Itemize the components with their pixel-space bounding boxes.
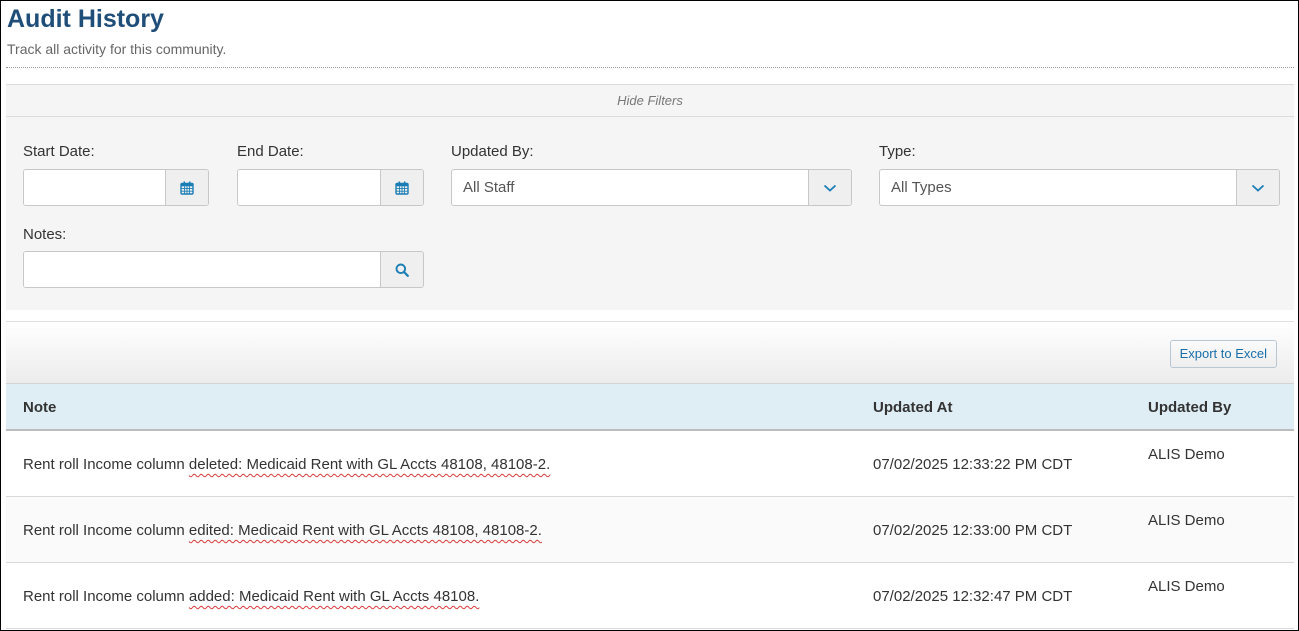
start-date-input[interactable] bbox=[24, 170, 165, 205]
results-toolbar: Export to Excel bbox=[6, 321, 1294, 383]
updated-by-label: Updated By: bbox=[451, 143, 534, 160]
table-row: Rent roll Income column edited: Medicaid… bbox=[6, 497, 1294, 563]
note-text-detail: deleted: Medicaid Rent with GL Accts 481… bbox=[188, 456, 551, 473]
page-subtitle: Track all activity for this community. bbox=[7, 41, 227, 57]
title-divider bbox=[6, 67, 1294, 68]
start-date-label: Start Date: bbox=[23, 143, 95, 160]
notes-search-button[interactable] bbox=[380, 252, 423, 287]
hide-filters-toggle[interactable]: Hide Filters bbox=[6, 85, 1294, 117]
end-date-label: End Date: bbox=[237, 143, 304, 160]
chevron-down-icon bbox=[823, 184, 837, 192]
export-to-excel-button[interactable]: Export to Excel bbox=[1169, 340, 1277, 368]
note-cell: Rent roll Income column added: Medicaid … bbox=[23, 588, 479, 605]
updated-by-select[interactable]: All Staff bbox=[451, 169, 852, 206]
note-text-detail: edited: Medicaid Rent with GL Accts 4810… bbox=[188, 522, 542, 539]
updated-at-cell: 07/02/2025 12:32:47 PM CDT bbox=[873, 588, 1073, 605]
notes-group bbox=[23, 251, 424, 288]
updated-by-cell: ALIS Demo bbox=[1148, 446, 1225, 463]
updated-by-selected: All Staff bbox=[463, 179, 515, 196]
updated-at-cell: 07/02/2025 12:33:00 PM CDT bbox=[873, 522, 1073, 539]
notes-label: Notes: bbox=[23, 226, 67, 243]
chevron-down-icon bbox=[1251, 184, 1265, 192]
note-text-detail: added: Medicaid Rent with GL Accts 48108… bbox=[188, 588, 480, 605]
search-icon bbox=[395, 263, 409, 277]
filters-panel: Hide Filters Start Date: End Date: Updat… bbox=[6, 84, 1294, 310]
note-cell: Rent roll Income column deleted: Medicai… bbox=[23, 456, 550, 473]
calendar-icon bbox=[180, 181, 194, 195]
type-selected: All Types bbox=[891, 179, 952, 196]
note-text-prefix: Rent roll Income column bbox=[23, 456, 189, 473]
column-header-updated-by[interactable]: Updated By bbox=[1148, 399, 1231, 416]
updated-at-cell: 07/02/2025 12:33:22 PM CDT bbox=[873, 456, 1073, 473]
table-header: Note Updated At Updated By bbox=[6, 383, 1294, 431]
updated-by-cell: ALIS Demo bbox=[1148, 578, 1225, 595]
audit-history-page: Audit History Track all activity for thi… bbox=[0, 0, 1299, 631]
end-date-group bbox=[237, 169, 424, 206]
table-row: Rent roll Income column deleted: Medicai… bbox=[6, 431, 1294, 497]
note-text-prefix: Rent roll Income column bbox=[23, 588, 189, 605]
audit-table: Note Updated At Updated By Rent roll Inc… bbox=[6, 383, 1294, 629]
calendar-icon bbox=[395, 181, 409, 195]
start-date-calendar-button[interactable] bbox=[165, 170, 208, 205]
page-title: Audit History bbox=[7, 5, 164, 33]
updated-by-cell: ALIS Demo bbox=[1148, 512, 1225, 529]
end-date-calendar-button[interactable] bbox=[380, 170, 423, 205]
column-header-updated-at[interactable]: Updated At bbox=[873, 399, 952, 416]
type-label: Type: bbox=[879, 143, 916, 160]
type-dropdown-button[interactable] bbox=[1236, 170, 1279, 205]
type-select[interactable]: All Types bbox=[879, 169, 1280, 206]
notes-input[interactable] bbox=[24, 252, 380, 287]
table-row: Rent roll Income column added: Medicaid … bbox=[6, 563, 1294, 629]
note-cell: Rent roll Income column edited: Medicaid… bbox=[23, 522, 542, 539]
start-date-group bbox=[23, 169, 209, 206]
end-date-input[interactable] bbox=[238, 170, 380, 205]
note-text-prefix: Rent roll Income column bbox=[23, 522, 189, 539]
column-header-note[interactable]: Note bbox=[23, 399, 56, 416]
updated-by-dropdown-button[interactable] bbox=[808, 170, 851, 205]
